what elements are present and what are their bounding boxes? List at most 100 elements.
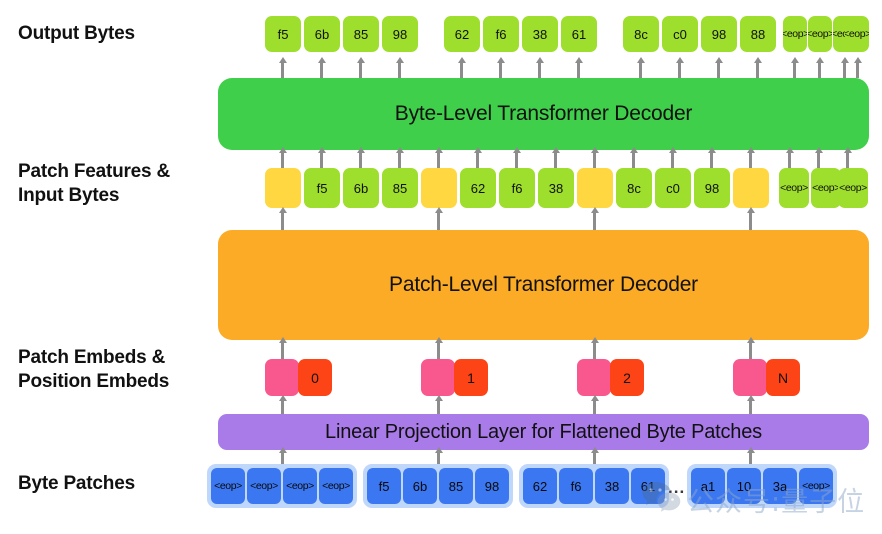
- patch-level-transformer-decoder-block: Patch-Level Transformer Decoder: [218, 230, 869, 340]
- byte-patch-cell: 61: [631, 468, 665, 504]
- arrow-up-icon: [281, 152, 284, 168]
- arrow-up-icon: [437, 152, 440, 168]
- byte-patch-cell: 38: [595, 468, 629, 504]
- row-label-patch-embeds: Patch Embeds & Position Embeds: [18, 347, 170, 392]
- arrow-up-icon: [756, 62, 759, 78]
- byte-patch-cell: <eop>: [799, 468, 833, 504]
- arrow-up-icon: [846, 152, 849, 168]
- patch-feature-cell: [577, 168, 613, 208]
- input-byte-cell: 62: [460, 168, 496, 208]
- diagram-canvas: Output Bytes Patch Features & Input Byte…: [0, 0, 882, 534]
- arrow-up-icon: [538, 62, 541, 78]
- arrow-up-icon: [359, 152, 362, 168]
- input-byte-cell: 8c: [616, 168, 652, 208]
- row-label-byte-patches: Byte Patches: [18, 473, 135, 494]
- input-byte-cell: f6: [499, 168, 535, 208]
- arrow-up-icon: [554, 152, 557, 168]
- patch-feature-cell: [733, 168, 769, 208]
- output-byte-cell: 61: [561, 16, 597, 52]
- arrow-up-icon: [856, 62, 859, 78]
- arrow-up-icon: [788, 152, 791, 168]
- position-embed-cell: 1: [454, 359, 488, 396]
- arrow-up-icon: [843, 62, 846, 78]
- input-byte-cell: c0: [655, 168, 691, 208]
- patch-embed-cell: [577, 359, 611, 396]
- output-byte-cell: 62: [444, 16, 480, 52]
- output-byte-cell: <eop>: [845, 16, 869, 52]
- arrow-up-icon: [749, 212, 752, 230]
- position-embed-cell: 0: [298, 359, 332, 396]
- arrow-up-icon: [793, 62, 796, 78]
- byte-patch-cell: <eop>: [319, 468, 353, 504]
- arrow-up-icon: [499, 62, 502, 78]
- arrow-up-icon: [437, 212, 440, 230]
- arrow-up-icon: [320, 152, 323, 168]
- patch-embed-cell: [733, 359, 767, 396]
- patch-embed-cell: [421, 359, 455, 396]
- patch-embed-cell: [265, 359, 299, 396]
- input-byte-cell: <eop>: [779, 168, 809, 208]
- arrow-up-icon: [398, 152, 401, 168]
- arrow-up-icon: [593, 342, 596, 360]
- arrow-up-icon: [632, 152, 635, 168]
- row-label-patch-features: Patch Features & Input Bytes: [18, 161, 171, 206]
- arrow-up-icon: [710, 152, 713, 168]
- output-byte-cell: c0: [662, 16, 698, 52]
- arrow-up-icon: [398, 62, 401, 78]
- output-byte-cell: 85: [343, 16, 379, 52]
- position-embed-cell: N: [766, 359, 800, 396]
- arrow-up-icon: [749, 342, 752, 360]
- arrow-up-icon: [577, 62, 580, 78]
- byte-patch-cell: f5: [367, 468, 401, 504]
- arrow-up-icon: [593, 212, 596, 230]
- arrow-up-icon: [437, 342, 440, 360]
- byte-patch-cell: a1: [691, 468, 725, 504]
- output-byte-cell: 98: [382, 16, 418, 52]
- input-byte-cell: 85: [382, 168, 418, 208]
- arrow-up-icon: [515, 152, 518, 168]
- byte-patch-cell: <eop>: [247, 468, 281, 504]
- arrow-up-icon: [717, 62, 720, 78]
- output-byte-cell: 8c: [623, 16, 659, 52]
- arrow-up-icon: [476, 152, 479, 168]
- arrow-up-icon: [817, 152, 820, 168]
- arrow-up-icon: [818, 62, 821, 78]
- output-byte-cell: 6b: [304, 16, 340, 52]
- arrow-up-icon: [320, 62, 323, 78]
- arrow-up-icon: [281, 62, 284, 78]
- byte-patch-cell: <eop>: [211, 468, 245, 504]
- output-byte-cell: f5: [265, 16, 301, 52]
- byte-patch-cell: 85: [439, 468, 473, 504]
- byte-patch-cell: 10: [727, 468, 761, 504]
- byte-level-transformer-decoder-block: Byte-Level Transformer Decoder: [218, 78, 869, 150]
- output-byte-cell: 88: [740, 16, 776, 52]
- row-label-output-bytes: Output Bytes: [18, 23, 135, 44]
- arrow-up-icon: [678, 62, 681, 78]
- output-byte-cell: 98: [701, 16, 737, 52]
- input-byte-cell: <eop>: [811, 168, 841, 208]
- byte-patch-cell: 6b: [403, 468, 437, 504]
- output-byte-cell: <eop>: [808, 16, 832, 52]
- byte-patch-cell: 62: [523, 468, 557, 504]
- arrow-up-icon: [639, 62, 642, 78]
- output-byte-cell: f6: [483, 16, 519, 52]
- arrow-up-icon: [281, 212, 284, 230]
- position-embed-cell: 2: [610, 359, 644, 396]
- arrow-up-icon: [749, 152, 752, 168]
- input-byte-cell: 38: [538, 168, 574, 208]
- input-byte-cell: 6b: [343, 168, 379, 208]
- input-byte-cell: f5: [304, 168, 340, 208]
- output-byte-cell: 38: [522, 16, 558, 52]
- input-byte-cell: <eop>: [838, 168, 868, 208]
- arrow-up-icon: [460, 62, 463, 78]
- arrow-up-icon: [593, 152, 596, 168]
- patch-feature-cell: [265, 168, 301, 208]
- byte-patch-cell: 3a: [763, 468, 797, 504]
- arrow-up-icon: [671, 152, 674, 168]
- input-byte-cell: 98: [694, 168, 730, 208]
- output-byte-cell: <eop>: [783, 16, 807, 52]
- arrow-up-icon: [359, 62, 362, 78]
- byte-patch-cell: f6: [559, 468, 593, 504]
- arrow-up-icon: [281, 342, 284, 360]
- linear-projection-layer-block: Linear Projection Layer for Flattened By…: [218, 414, 869, 450]
